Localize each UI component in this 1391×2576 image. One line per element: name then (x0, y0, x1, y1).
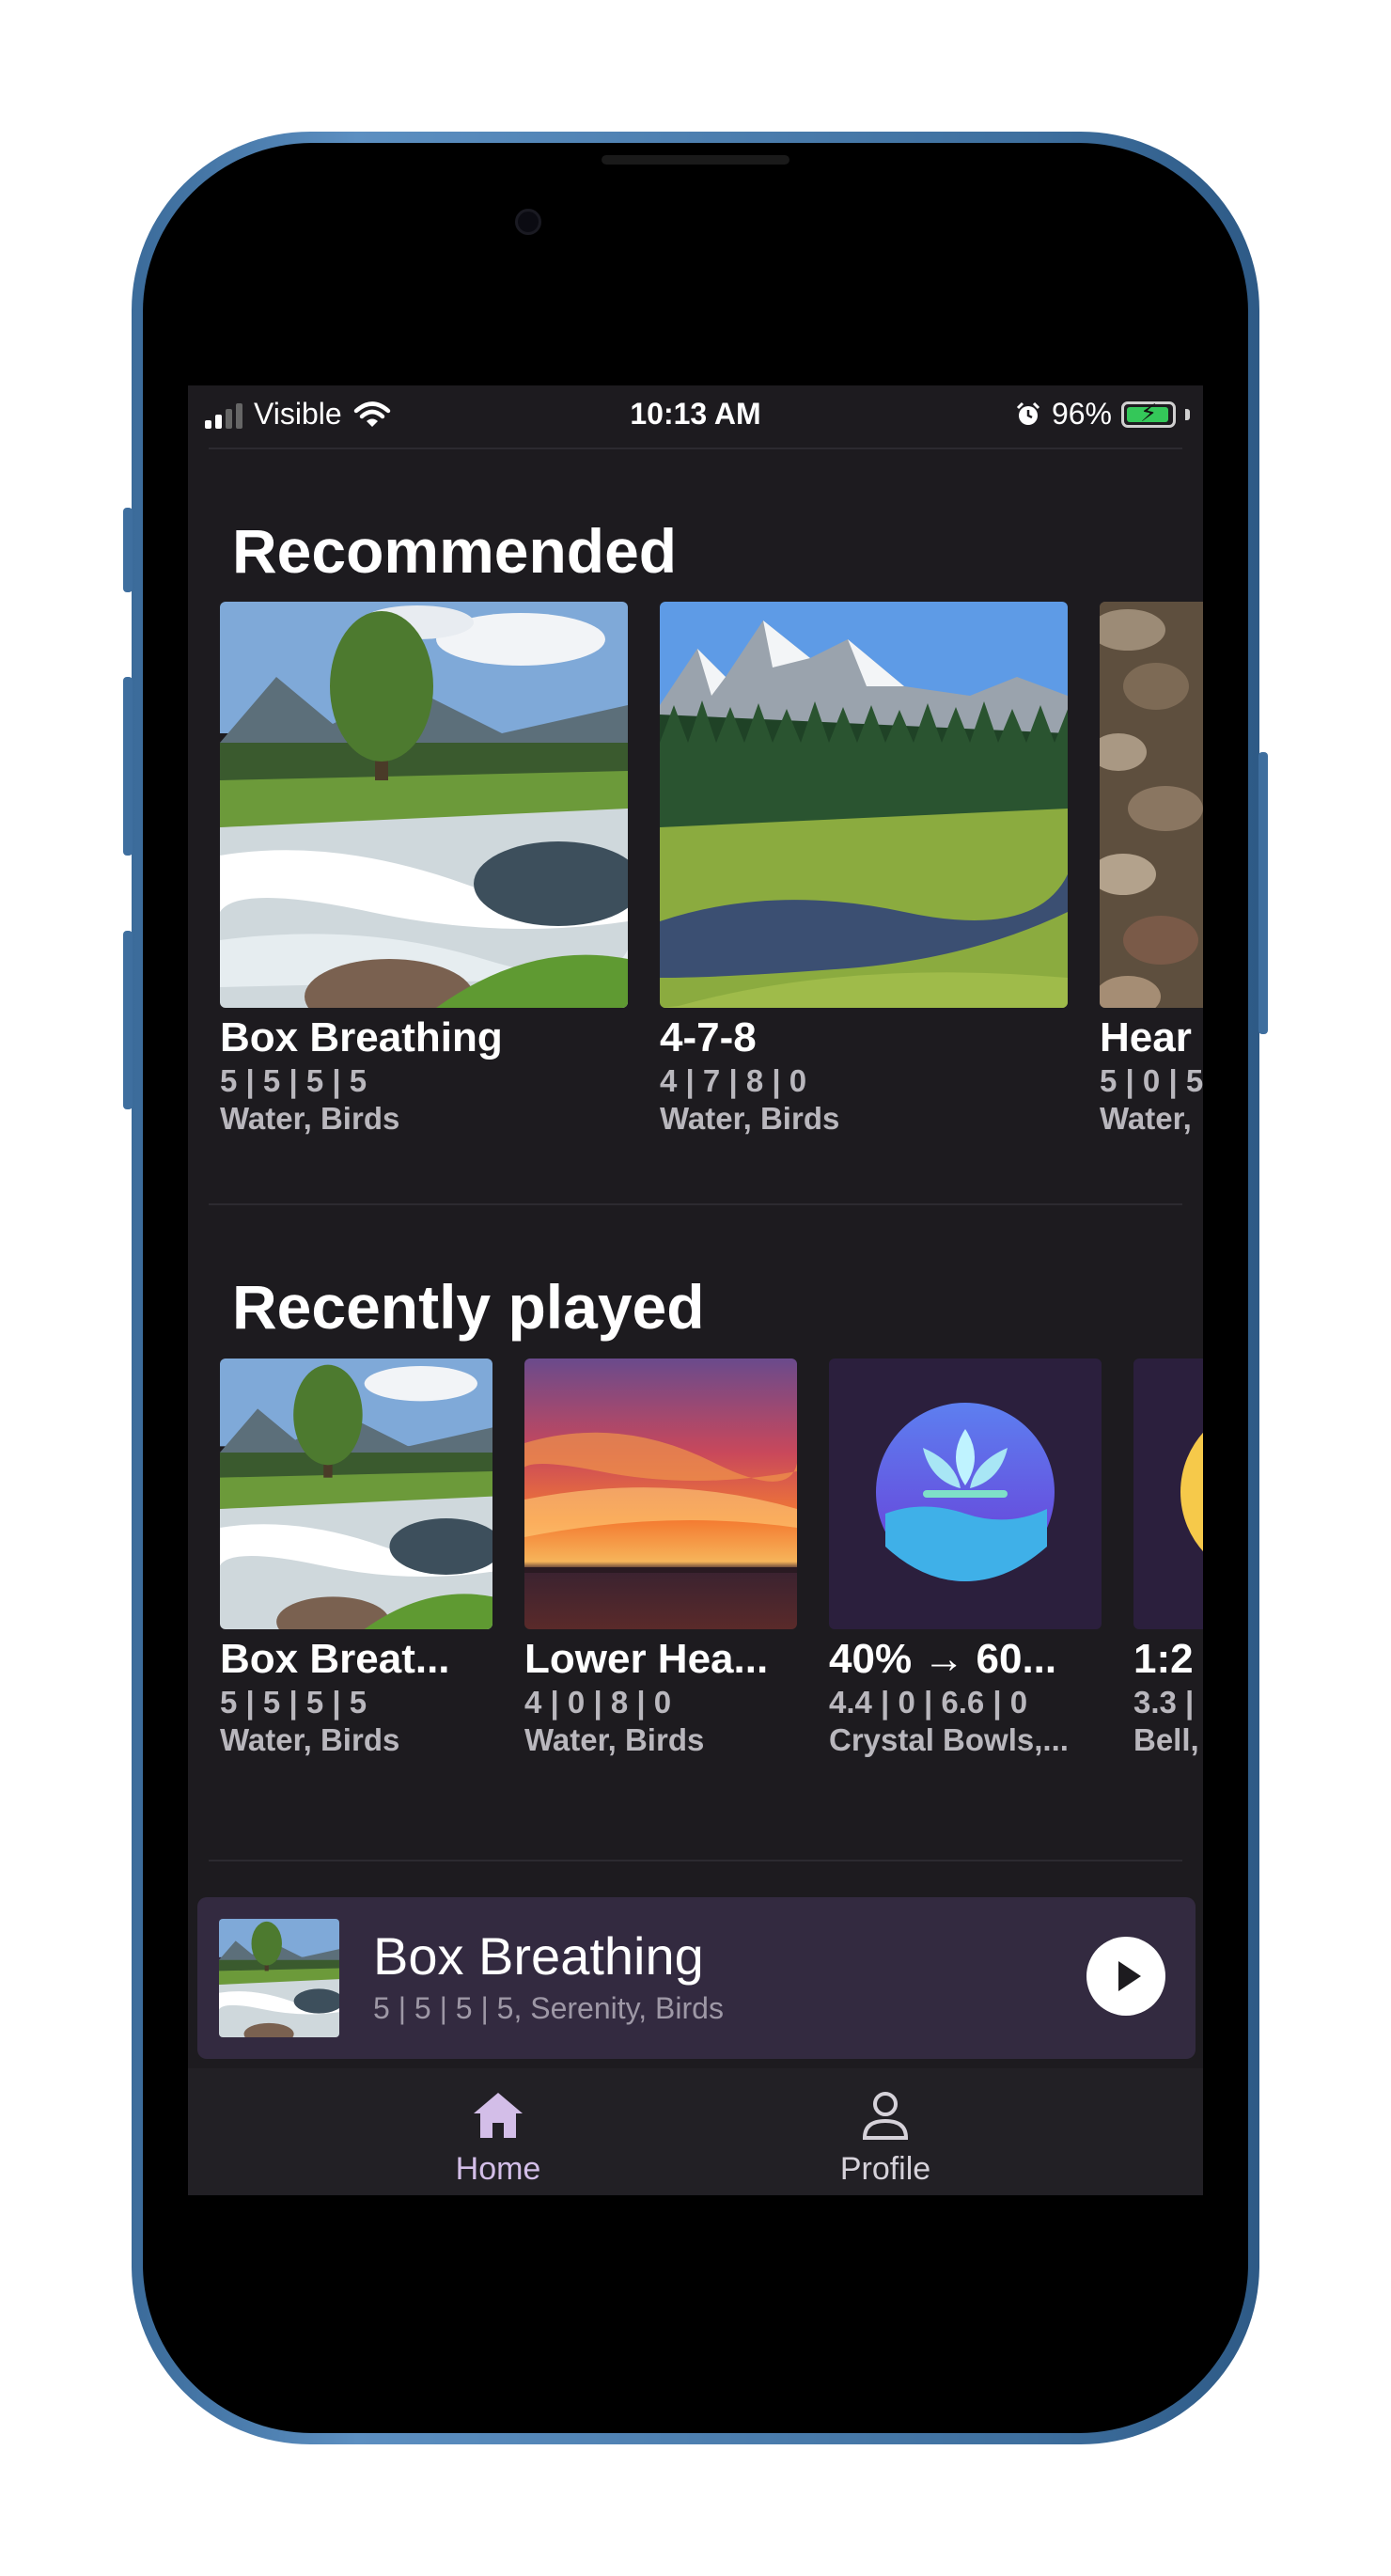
card-pattern: 5 | 5 | 5 | 5 (220, 1063, 367, 1098)
card-title: Box Breathing (220, 1014, 503, 1060)
card-title: 4-7-8 (660, 1014, 757, 1060)
recent-card[interactable]: 1:2 3.3 | Bell, (1133, 1359, 1203, 1759)
front-camera (515, 209, 541, 235)
card-title: Hear (1100, 1014, 1192, 1060)
recent-card[interactable]: Box Breat... 5 | 5 | 5 | 5 Water, Birds (220, 1359, 492, 1759)
card-title: Lower Hea... (524, 1636, 769, 1682)
sunset-thumbnail (524, 1359, 797, 1629)
card-pattern: 4 | 7 | 8 | 0 (660, 1063, 807, 1098)
recommended-title: Recommended (232, 516, 678, 586)
card-title: 1:2 (1133, 1636, 1194, 1682)
recommended-card[interactable]: Box Breathing 5 | 5 | 5 | 5 Water, Birds (220, 602, 628, 1138)
recommended-card[interactable]: Hear 5 | 0 | 5 Water, (1100, 602, 1203, 1138)
battery-charging-icon: ⚡ (1121, 399, 1176, 428)
river-thumbnail (220, 602, 628, 1008)
card-sounds: Water, Birds (220, 1101, 400, 1136)
card-sounds: Bell, (1133, 1722, 1199, 1757)
nav-home-label: Home (455, 2151, 541, 2187)
profile-icon (862, 2092, 909, 2140)
sun-icon (1180, 1432, 1203, 1552)
power-button (1258, 752, 1268, 1034)
mini-player-title: Box Breathing (373, 1926, 704, 1986)
earpiece-speaker (602, 155, 789, 165)
top-divider (209, 448, 1182, 449)
mini-player-subtitle: 5 | 5 | 5 | 5, Serenity, Birds (373, 1991, 724, 2025)
nav-profile-label: Profile (839, 2151, 931, 2187)
card-pattern: 4.4 | 0 | 6.6 | 0 (829, 1685, 1028, 1720)
play-button[interactable] (1086, 1937, 1165, 2016)
river-thumbnail (220, 1359, 492, 1629)
mini-player[interactable]: Box Breathing 5 | 5 | 5 | 5, Serenity, B… (197, 1897, 1196, 2059)
card-pattern: 4 | 0 | 8 | 0 (524, 1685, 672, 1720)
app-screen: Visible 10:13 AM 96% ⚡ Recommended Box B… (188, 385, 1203, 2195)
recent-card[interactable]: Lower Hea... 4 | 0 | 8 | 0 Water, Birds (524, 1359, 797, 1759)
card-pattern: 5 | 0 | 5 (1100, 1063, 1203, 1098)
card-sounds: Crystal Bowls,... (829, 1722, 1069, 1757)
card-sounds: Water, Birds (524, 1722, 705, 1757)
card-pattern: 3.3 | (1133, 1685, 1195, 1720)
nav-profile[interactable]: Profile (744, 2068, 1026, 2195)
card-sounds: Water, Birds (660, 1101, 840, 1136)
home-icon (474, 2093, 523, 2138)
card-title: Box Breat... (220, 1636, 450, 1682)
card-sounds: Water, (1100, 1101, 1192, 1136)
card-pattern: 5 | 5 | 5 | 5 (220, 1685, 367, 1720)
bottom-nav: Home Profile (188, 2068, 1203, 2195)
recommended-card[interactable]: 4-7-8 4 | 7 | 8 | 0 Water, Birds (660, 602, 1068, 1138)
mountain-lake-thumbnail (660, 602, 1068, 1008)
lotus-thumbnail (829, 1359, 1102, 1629)
sun-thumbnail (1133, 1359, 1203, 1629)
pebbles-thumbnail (1100, 602, 1203, 1008)
nav-home[interactable]: Home (357, 2068, 639, 2195)
section-divider (209, 1203, 1182, 1205)
card-sounds: Water, Birds (220, 1722, 400, 1757)
lotus-icon (876, 1403, 1055, 1581)
mini-player-thumbnail (219, 1919, 339, 2037)
card-title: 40% → 60... (829, 1636, 1057, 1682)
recent-card[interactable]: 40% → 60... 4.4 | 0 | 6.6 | 0 Crystal Bo… (829, 1359, 1102, 1759)
play-icon (1118, 1961, 1141, 1991)
recently-played-title: Recently played (232, 1272, 705, 1342)
volume-down-button (123, 931, 133, 1109)
section-divider (209, 1860, 1182, 1861)
alarm-icon (1016, 401, 1040, 425)
status-right: 96% ⚡ (1014, 397, 1190, 432)
mute-switch (123, 508, 133, 592)
battery-percent: 96% (1051, 397, 1112, 431)
status-bar: Visible 10:13 AM 96% ⚡ (188, 385, 1203, 448)
volume-up-button (123, 677, 133, 856)
